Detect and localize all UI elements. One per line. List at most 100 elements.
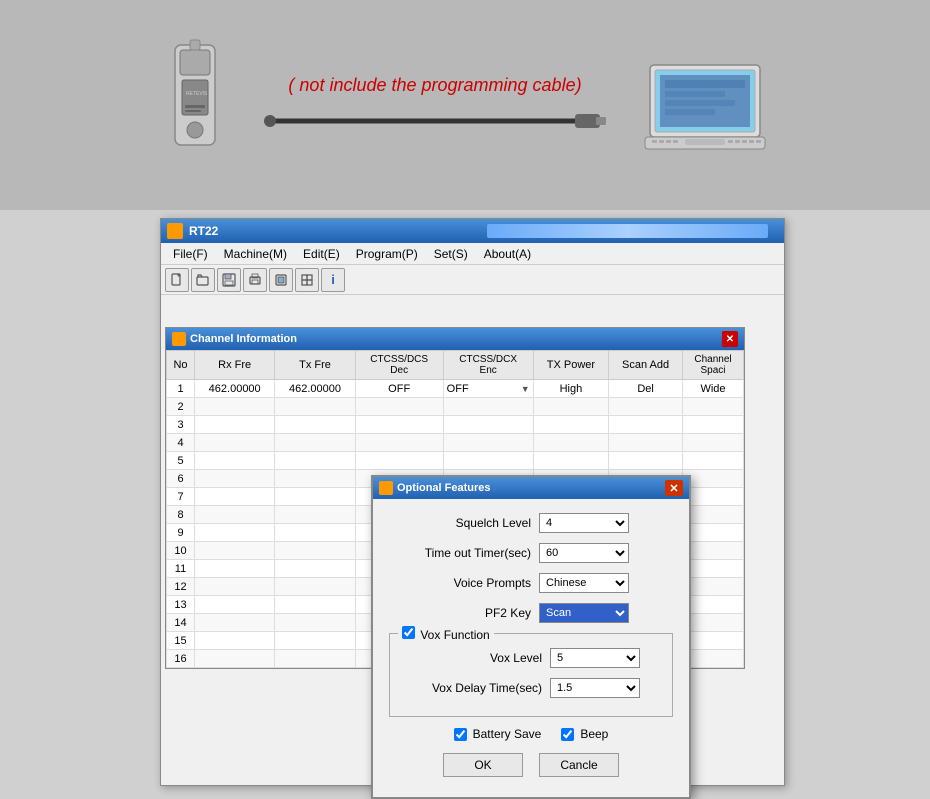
enc-value: OFF — [447, 383, 469, 395]
voice-prompts-select[interactable]: Chinese Off English — [539, 573, 629, 593]
cell-ch-spaci — [683, 560, 744, 578]
cell-rx — [195, 434, 275, 452]
cell-scan-add — [609, 434, 683, 452]
cell-ch-spaci — [683, 452, 744, 470]
cell-no: 15 — [167, 632, 195, 650]
cable-icon — [260, 106, 610, 136]
bottom-checkboxes: Battery Save Beep — [389, 727, 673, 741]
cell-no: 13 — [167, 596, 195, 614]
vox-level-row: Vox Level 5 1 2 3 4 6 — [400, 648, 662, 668]
cell-tx — [275, 416, 355, 434]
cell-scan-add — [609, 416, 683, 434]
cable-area: ( not include the programming cable) — [260, 75, 610, 136]
cell-ch-spaci — [683, 578, 744, 596]
cell-ch-spaci — [683, 470, 744, 488]
cell-tx — [275, 578, 355, 596]
cell-ch-spaci — [683, 650, 744, 668]
enc-arrow: ▼ — [521, 384, 530, 394]
cell-no: 8 — [167, 506, 195, 524]
beep-container: Beep — [561, 727, 608, 741]
toolbar-save-btn[interactable] — [217, 268, 241, 292]
voice-prompts-row: Voice Prompts Chinese Off English — [389, 573, 673, 593]
cell-rx — [195, 560, 275, 578]
cell-ctcss-enc — [443, 434, 533, 452]
vox-level-label: Vox Level — [400, 651, 550, 665]
cell-rx — [195, 452, 275, 470]
optional-title-icon — [379, 481, 393, 495]
vox-delay-select[interactable]: 1.5 0.5 1.0 2.0 3.0 — [550, 678, 640, 698]
cell-ctcss-enc — [443, 398, 533, 416]
optional-close-button[interactable]: ✕ — [665, 480, 683, 496]
radio-icon: RETEVIS — [160, 35, 230, 175]
cell-rx — [195, 542, 275, 560]
menu-edit[interactable]: Edit(E) — [295, 245, 348, 263]
toolbar-btn6[interactable] — [295, 268, 319, 292]
cell-no: 6 — [167, 470, 195, 488]
toolbar: i — [161, 265, 784, 295]
optional-titlebar: Optional Features ✕ — [373, 477, 689, 499]
channel-title-icon — [172, 332, 186, 346]
cell-tx — [275, 452, 355, 470]
menu-set[interactable]: Set(S) — [426, 245, 476, 263]
menu-file[interactable]: File(F) — [165, 245, 216, 263]
toolbar-print-btn[interactable] — [243, 268, 267, 292]
squelch-select[interactable]: 4 1 2 3 5 — [539, 513, 629, 533]
vox-delay-label: Vox Delay Time(sec) — [400, 681, 550, 695]
col-ctcss-enc: CTCSS/DCXEnc — [443, 351, 533, 380]
cell-tx — [275, 596, 355, 614]
table-row[interactable]: 5 — [167, 452, 744, 470]
cell-tx — [275, 506, 355, 524]
laptop-icon — [640, 55, 770, 155]
squelch-label: Squelch Level — [389, 516, 539, 530]
cell-tx — [275, 434, 355, 452]
channel-window-title: Channel Information — [190, 333, 718, 345]
toolbar-btn5[interactable] — [269, 268, 293, 292]
table-row[interactable]: 3 — [167, 416, 744, 434]
table-row[interactable]: 1 462.00000 462.00000 OFF OFF ▼ High Del… — [167, 380, 744, 398]
vox-function-checkbox[interactable] — [402, 626, 415, 639]
menu-program[interactable]: Program(P) — [348, 245, 426, 263]
cell-tx — [275, 650, 355, 668]
tot-control: 60 30 90 120 — [539, 543, 673, 563]
table-row[interactable]: 4 — [167, 434, 744, 452]
cell-rx — [195, 632, 275, 650]
toolbar-info-btn[interactable]: i — [321, 268, 345, 292]
pf2-select[interactable]: Scan Monitor Alarm — [539, 603, 629, 623]
toolbar-new-btn[interactable] — [165, 268, 189, 292]
tot-select[interactable]: 60 30 90 120 — [539, 543, 629, 563]
cell-ch-spaci — [683, 524, 744, 542]
menu-about[interactable]: About(A) — [476, 245, 539, 263]
cell-no: 10 — [167, 542, 195, 560]
table-row[interactable]: 2 — [167, 398, 744, 416]
cell-no: 4 — [167, 434, 195, 452]
cell-no: 14 — [167, 614, 195, 632]
cell-ctcss-dec — [355, 416, 443, 434]
vox-level-control: 5 1 2 3 4 6 — [550, 648, 662, 668]
cell-ch-spaci — [683, 398, 744, 416]
cell-no: 7 — [167, 488, 195, 506]
cell-rx — [195, 614, 275, 632]
cell-ch-spaci — [683, 506, 744, 524]
pf2-label: PF2 Key — [389, 606, 539, 620]
ok-button[interactable]: OK — [443, 753, 523, 777]
toolbar-open-btn[interactable] — [191, 268, 215, 292]
menu-machine[interactable]: Machine(M) — [216, 245, 295, 263]
voice-prompts-control: Chinese Off English — [539, 573, 673, 593]
beep-checkbox[interactable] — [561, 728, 574, 741]
cancel-button[interactable]: Cancle — [539, 753, 619, 777]
cell-ch-spaci — [683, 632, 744, 650]
vox-level-select[interactable]: 5 1 2 3 4 6 — [550, 648, 640, 668]
svg-text:RETEVIS: RETEVIS — [186, 91, 208, 97]
col-tx: Tx Fre — [275, 351, 355, 380]
battery-save-checkbox[interactable] — [454, 728, 467, 741]
cell-no: 2 — [167, 398, 195, 416]
cell-no: 1 — [167, 380, 195, 398]
channel-titlebar: Channel Information ✕ — [166, 328, 744, 350]
optional-title: Optional Features — [397, 482, 661, 494]
cell-tx-power — [533, 398, 608, 416]
beep-label: Beep — [580, 727, 608, 741]
banner-content: RETEVIS ( not include the programming ca… — [160, 35, 770, 175]
channel-close-button[interactable]: ✕ — [722, 331, 738, 347]
cell-ch-spaci — [683, 542, 744, 560]
cell-tx — [275, 488, 355, 506]
